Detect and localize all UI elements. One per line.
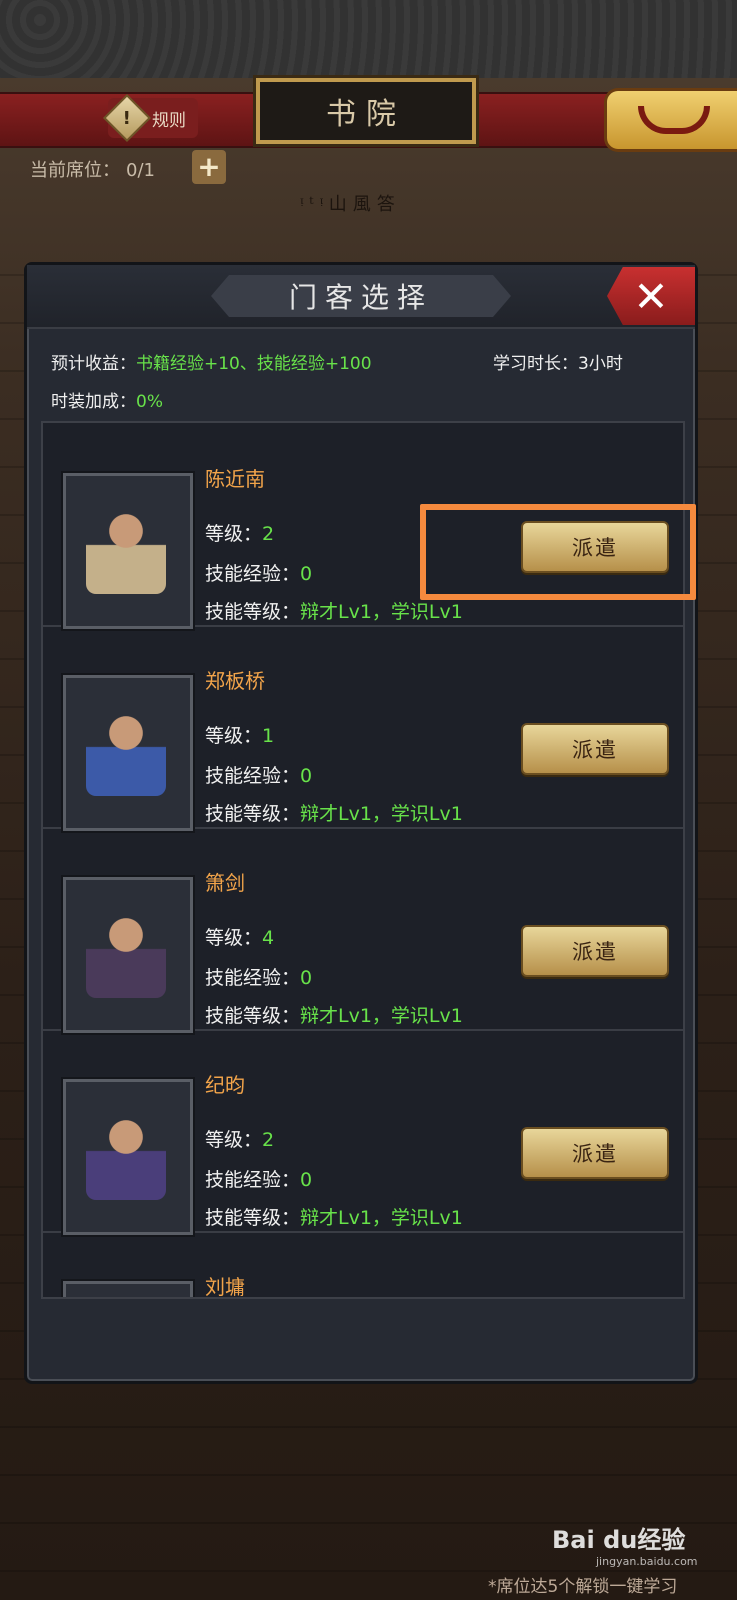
skill-level-stat: 技能等级：辩才Lv1，学识Lv1	[205, 597, 463, 624]
skill-exp-label: 技能经验：	[205, 967, 301, 989]
background-plaque-text: ᵎᵗᵎ山風答	[300, 194, 401, 215]
costume-value: 0%	[136, 392, 163, 412]
skill-level-stat: 技能等级：辩才Lv1，学识Lv1	[205, 1001, 463, 1028]
dialog-header: 门客选择 ✕	[27, 265, 695, 329]
skill-level-value: 辩才Lv1，学识Lv1	[300, 601, 463, 623]
baidu-watermark: Bai du经验 jingyan.baidu.com	[552, 1520, 698, 1568]
return-arrow-icon	[637, 106, 710, 134]
level-label: 等级：	[205, 725, 263, 747]
expected-gain: 预计收益：书籍经验+10、技能经验+100	[51, 349, 372, 374]
dispatch-button[interactable]: 派遣	[521, 1127, 669, 1179]
costume-bonus: 时装加成：0%	[51, 387, 163, 412]
expected-label: 预计收益：	[51, 354, 136, 374]
skill-exp-stat: 技能经验：0	[205, 1165, 312, 1192]
skill-exp-value: 0	[300, 563, 313, 585]
seat-value: 0/1	[126, 160, 155, 181]
dispatch-button[interactable]: 派遣	[521, 925, 669, 977]
skill-exp-value: 0	[300, 967, 313, 989]
skill-exp-label: 技能经验：	[205, 765, 301, 787]
skill-exp-label: 技能经验：	[205, 1169, 301, 1191]
skill-exp-stat: 技能经验：0	[205, 559, 312, 586]
retainer-select-dialog: 门客选择 ✕ 预计收益：书籍经验+10、技能经验+100 学习时长：3小时 时装…	[24, 262, 698, 1384]
watermark-brand: Bai du经验	[552, 1526, 686, 1554]
list-item: 纪昀 等级：2 技能经验：0 技能等级：辩才Lv1，学识Lv1 派遣	[43, 1029, 683, 1235]
skill-level-label: 技能等级：	[205, 601, 301, 623]
close-icon: ✕	[633, 271, 669, 321]
expected-value: 书籍经验+10、技能经验+100	[136, 354, 372, 374]
duration-label: 学习时长：	[493, 354, 578, 374]
top-pattern-background	[0, 0, 737, 78]
level-stat: 等级：4	[205, 923, 274, 950]
rules-label: 规则	[152, 110, 186, 131]
retainer-name: 刘墉	[205, 1275, 245, 1299]
exclamation-icon: !	[102, 93, 152, 143]
costume-label: 时装加成：	[51, 392, 136, 412]
list-item: 郑板桥 等级：1 技能经验：0 技能等级：辩才Lv1，学识Lv1 派遣	[43, 625, 683, 831]
level-value: 1	[262, 725, 275, 747]
skill-level-label: 技能等级：	[205, 1207, 301, 1229]
level-label: 等级：	[205, 927, 263, 949]
page-title: 书院	[256, 78, 476, 144]
skill-exp-stat: 技能经验：0	[205, 761, 312, 788]
avatar	[63, 1079, 193, 1235]
retainer-name: 陈近南	[205, 467, 265, 491]
duration-value: 3小时	[578, 354, 623, 374]
watermark-url: jingyan.baidu.com	[596, 1555, 698, 1568]
avatar	[63, 473, 193, 629]
skill-level-label: 技能等级：	[205, 803, 301, 825]
seat-label: 当前席位：	[30, 160, 120, 181]
dialog-title: 门客选择	[211, 275, 511, 317]
avatar	[63, 1281, 193, 1297]
level-label: 等级：	[205, 523, 263, 545]
skill-level-stat: 技能等级：辩才Lv1，学识Lv1	[205, 1203, 463, 1230]
back-button[interactable]	[604, 88, 737, 152]
rules-button[interactable]: ! 规则	[102, 93, 198, 143]
level-value: 4	[262, 927, 275, 949]
level-label: 等级：	[205, 1129, 263, 1151]
level-stat: 等级：1	[205, 721, 274, 748]
skill-level-stat: 技能等级：辩才Lv1，学识Lv1	[205, 799, 463, 826]
skill-exp-value: 0	[300, 765, 313, 787]
retainer-name: 郑板桥	[205, 669, 265, 693]
tutorial-highlight-box	[420, 504, 696, 600]
avatar	[63, 877, 193, 1033]
level-stat: 等级：2	[205, 1125, 274, 1152]
skill-level-value: 辩才Lv1，学识Lv1	[300, 1207, 463, 1229]
dispatch-button[interactable]: 派遣	[521, 723, 669, 775]
retainer-name: 箫剑	[205, 871, 245, 895]
skill-level-value: 辩才Lv1，学识Lv1	[300, 803, 463, 825]
current-seat: 当前席位： 0/1	[30, 156, 155, 182]
level-value: 2	[262, 1129, 275, 1151]
level-value: 2	[262, 523, 275, 545]
retainer-name: 纪昀	[205, 1073, 245, 1097]
skill-exp-value: 0	[300, 1169, 313, 1191]
list-item: 刘墉	[43, 1231, 683, 1299]
avatar	[63, 675, 193, 831]
skill-exp-stat: 技能经验：0	[205, 963, 312, 990]
level-stat: 等级：2	[205, 519, 274, 546]
plus-icon: +	[197, 150, 221, 183]
study-duration: 学习时长：3小时	[493, 349, 623, 374]
list-item: 箫剑 等级：4 技能经验：0 技能等级：辩才Lv1，学识Lv1 派遣	[43, 827, 683, 1033]
skill-level-value: 辩才Lv1，学识Lv1	[300, 1005, 463, 1027]
footer-note: *席位达5个解锁一键学习	[488, 1577, 678, 1597]
close-button[interactable]: ✕	[607, 267, 695, 325]
add-seat-button[interactable]: +	[192, 150, 226, 184]
skill-exp-label: 技能经验：	[205, 563, 301, 585]
skill-level-label: 技能等级：	[205, 1005, 301, 1027]
